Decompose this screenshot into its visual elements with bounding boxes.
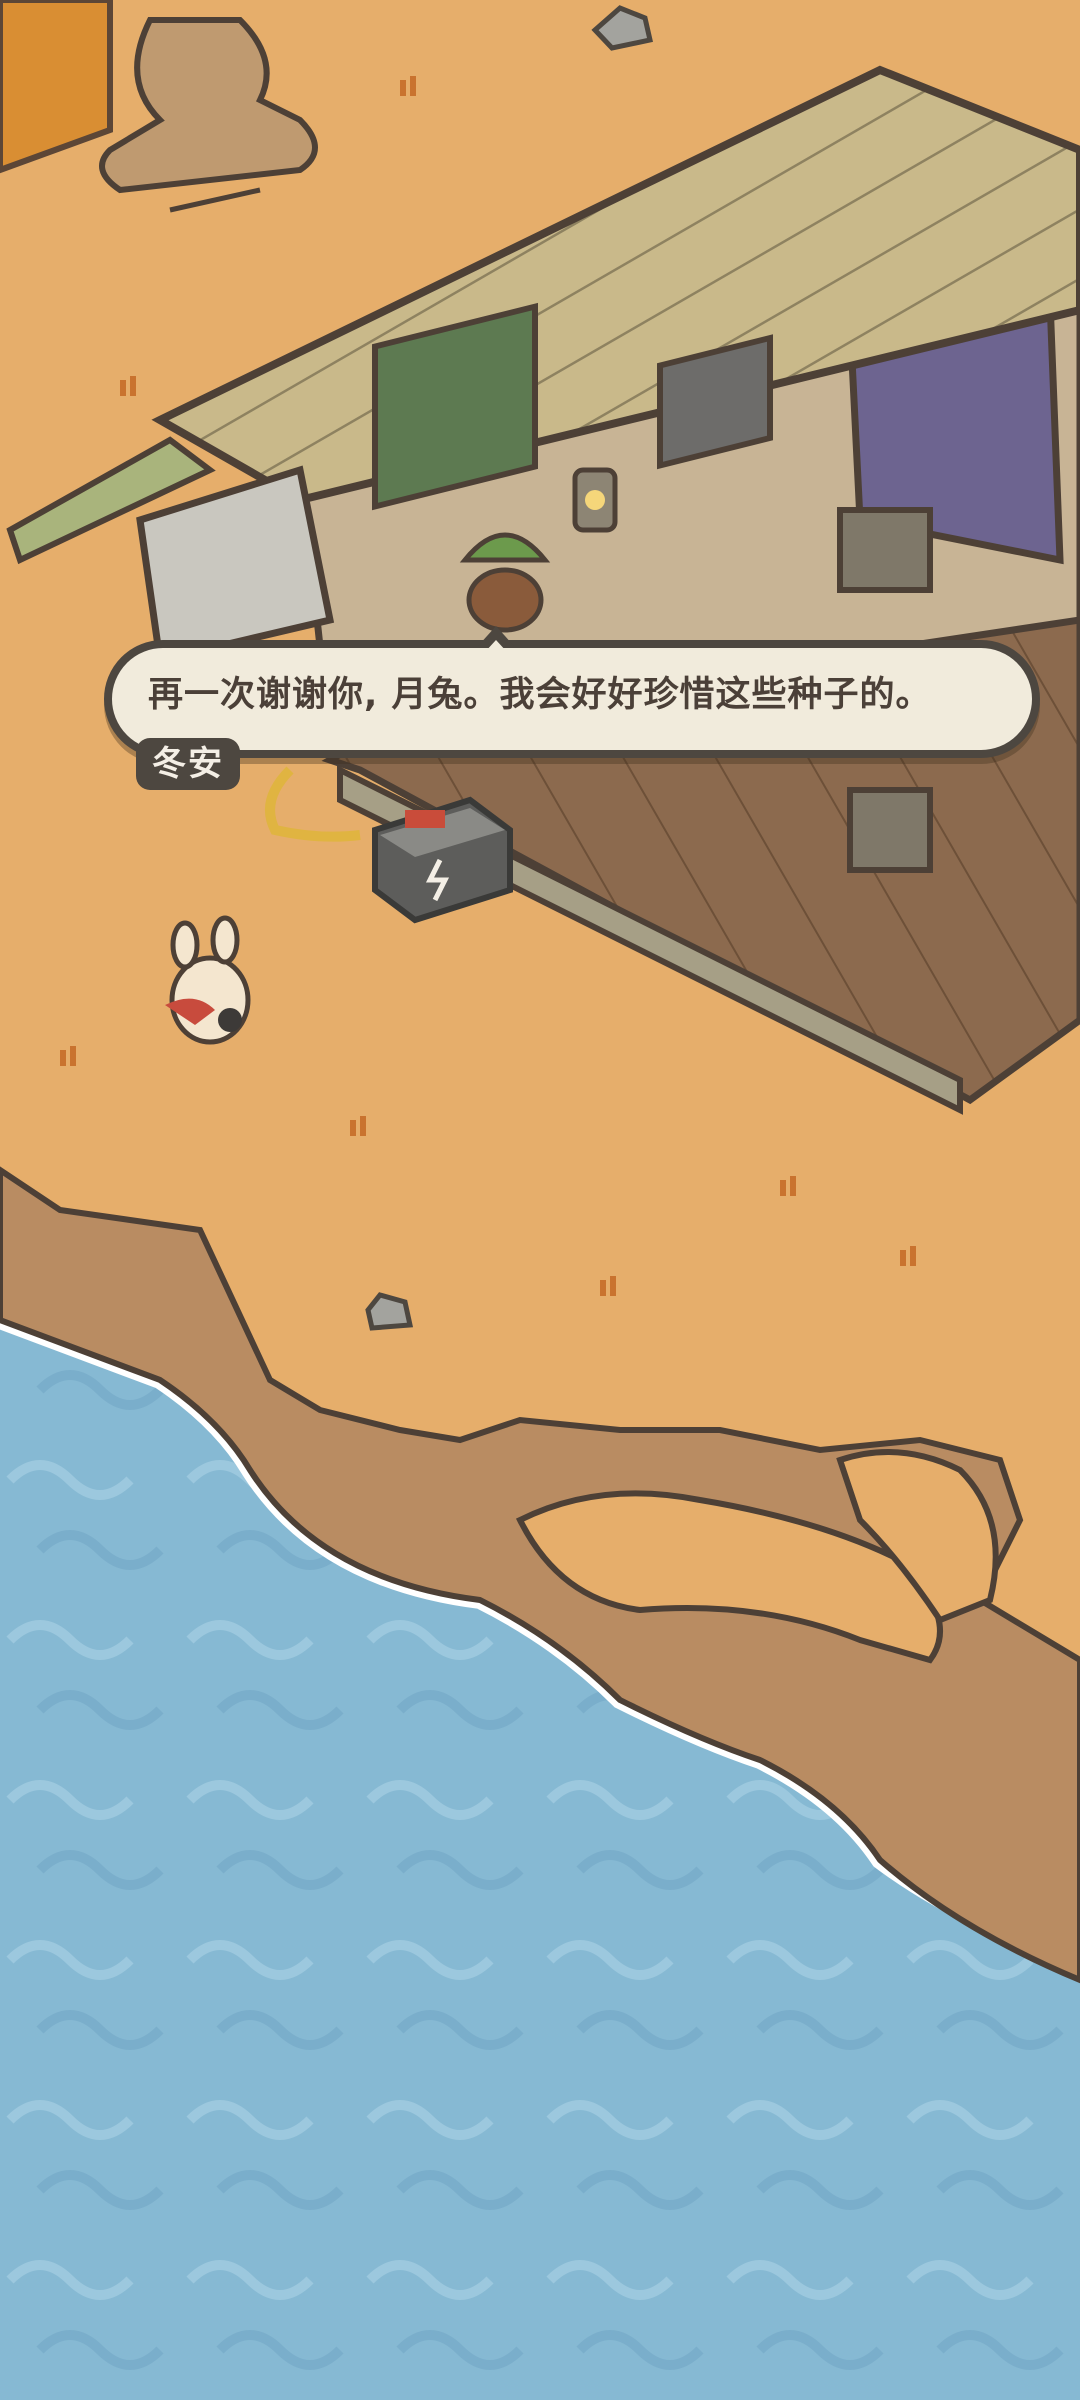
beach-scene-art: [0, 0, 1080, 2400]
game-scene[interactable]: 再一次谢谢你, 月兔。我会好好珍惜这些种子的。 冬安: [0, 0, 1080, 2400]
rock: [591, 5, 654, 51]
lantern-icon: [572, 467, 618, 533]
rock: [365, 1292, 414, 1331]
machine: [136, 465, 335, 665]
dialogue-text: 再一次谢谢你, 月兔。我会好好珍惜这些种子的。: [148, 675, 932, 715]
speaker-name-tag: 冬安: [136, 738, 240, 790]
tree-trunk: [0, 0, 318, 213]
beaver-npc: [459, 532, 551, 633]
bunny-player: [165, 915, 251, 1045]
dialogue-tail-inner: [485, 640, 507, 652]
